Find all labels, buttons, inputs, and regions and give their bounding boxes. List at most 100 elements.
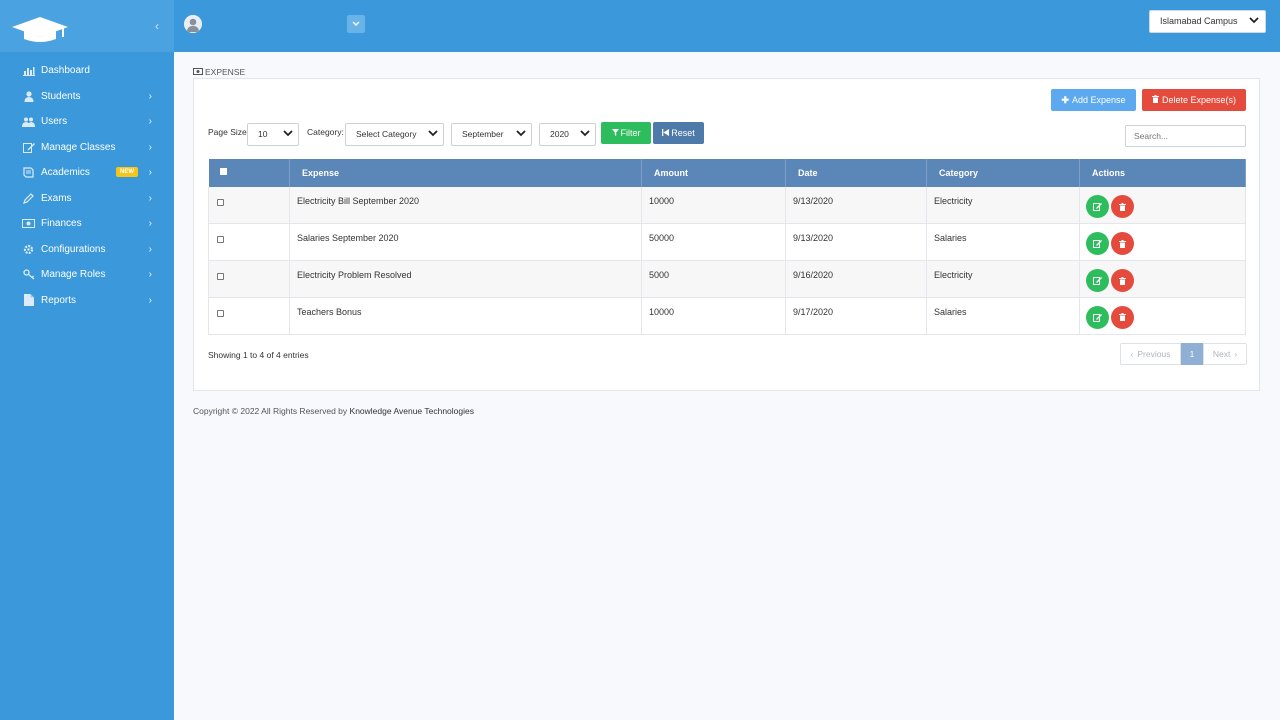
year-select[interactable]: 2020 [539, 123, 596, 146]
amount-cell: 5000 [641, 260, 786, 298]
trash-icon [1119, 202, 1126, 211]
previous-page-button[interactable]: ‹ Previous [1120, 343, 1181, 365]
edit-button[interactable] [1086, 232, 1109, 256]
expense-cell: Teachers Bonus [289, 297, 642, 334]
delete-button[interactable] [1111, 232, 1134, 256]
campus-select-value: Islamabad Campus [1160, 16, 1238, 26]
filter-label: Filter [620, 128, 641, 138]
actions-cell [1079, 297, 1246, 334]
delete-button[interactable] [1111, 195, 1134, 218]
table-row: Salaries September 2020 50000 9/13/2020 … [208, 223, 1246, 261]
delete-expenses-button[interactable]: Delete Expense(s) [1142, 89, 1246, 111]
sidebar-item-label: Students [41, 90, 81, 102]
column-header-category[interactable]: Category [926, 159, 1080, 187]
sidebar: ‹ Dashboard Students › Users › Manage Cl… [0, 0, 174, 720]
chevron-left-icon: ‹ [1130, 349, 1134, 359]
search-input[interactable] [1125, 125, 1246, 147]
chevron-right-icon: › [148, 116, 152, 127]
sidebar-collapse-icon[interactable]: ‹ [155, 19, 159, 33]
sidebar-item-label: Academics [41, 167, 90, 179]
chevron-down-icon [1249, 11, 1259, 32]
sidebar-item-reports[interactable]: Reports › [0, 288, 174, 314]
next-page-button[interactable]: Next › [1203, 343, 1247, 365]
chevron-right-icon: › [1234, 349, 1238, 359]
edit-button[interactable] [1086, 269, 1109, 292]
category-value: Select Category [356, 129, 417, 139]
sidebar-item-users[interactable]: Users › [0, 109, 174, 135]
chevron-right-icon: › [148, 141, 152, 153]
add-expense-button[interactable]: ✚ Add Expense [1051, 89, 1136, 111]
edit-button[interactable] [1086, 195, 1109, 218]
sidebar-item-manage-classes[interactable]: Manage Classes › [0, 135, 174, 161]
campus-select[interactable]: Islamabad Campus [1149, 10, 1266, 33]
sidebar-item-manage-roles[interactable]: Manage Roles › [0, 262, 174, 288]
expense-cell: Salaries September 2020 [289, 223, 642, 261]
category-label: Category: [307, 127, 344, 137]
pagination: ‹ Previous 1 Next › [1120, 343, 1247, 365]
sidebar-item-label: Exams [41, 192, 72, 204]
select-all-checkbox[interactable] [219, 167, 227, 175]
fast-backward-icon [662, 128, 670, 138]
sidebar-item-exams[interactable]: Exams › [0, 186, 174, 212]
sidebar-item-dashboard[interactable]: Dashboard [0, 58, 174, 84]
pencil-icon [22, 192, 35, 204]
row-select-cell [208, 260, 290, 298]
delete-button[interactable] [1111, 269, 1134, 292]
filter-icon [611, 128, 619, 138]
category-select[interactable]: Select Category [345, 123, 444, 146]
category-cell: Salaries [926, 297, 1080, 334]
chevron-right-icon: › [148, 167, 152, 178]
chevron-down-icon [428, 124, 438, 145]
avatar[interactable] [184, 15, 202, 33]
category-cell: Salaries [926, 223, 1080, 261]
trash-icon [1151, 95, 1159, 105]
reset-button[interactable]: Reset [653, 122, 704, 144]
sidebar-item-label: Manage Classes [41, 141, 116, 153]
chevron-down-icon [516, 124, 526, 145]
edit-icon [1093, 240, 1102, 249]
chevron-right-icon: › [148, 243, 152, 255]
column-header-actions: Actions [1079, 159, 1246, 187]
company-link[interactable]: Knowledge Avenue Technologies [350, 406, 474, 416]
month-select[interactable]: September [451, 123, 532, 146]
sidebar-item-academics[interactable]: Academics NEW › [0, 160, 174, 186]
edit-button[interactable] [1086, 305, 1109, 329]
edit-icon [1093, 313, 1102, 322]
chevron-down-icon [352, 21, 360, 27]
page-button-current[interactable]: 1 [1181, 343, 1203, 365]
column-header-amount[interactable]: Amount [641, 159, 786, 187]
row-checkbox[interactable] [217, 273, 224, 280]
sidebar-item-finances[interactable]: Finances › [0, 211, 174, 237]
trash-icon [1119, 239, 1126, 248]
book-icon [22, 167, 35, 179]
table-row: Electricity Bill September 2020 10000 9/… [208, 187, 1246, 224]
filter-button[interactable]: Filter [601, 122, 651, 144]
edit-icon [22, 141, 35, 153]
row-select-cell [208, 187, 290, 224]
column-header-expense[interactable]: Expense [289, 159, 642, 187]
reset-label: Reset [671, 128, 695, 138]
chevron-right-icon: › [148, 90, 152, 102]
graduation-cap-icon[interactable] [10, 14, 70, 47]
row-checkbox[interactable] [217, 199, 224, 206]
row-checkbox[interactable] [217, 309, 224, 317]
sidebar-item-configurations[interactable]: Configurations › [0, 237, 174, 263]
sidebar-item-label: Finances [41, 218, 82, 230]
row-checkbox[interactable] [217, 236, 224, 244]
entries-info: Showing 1 to 4 of 4 entries [208, 350, 309, 360]
table-header-row: Expense Amount Date Category Actions [208, 159, 1246, 187]
file-icon [22, 294, 35, 307]
user-dropdown-button[interactable] [347, 15, 365, 33]
delete-button[interactable] [1111, 305, 1134, 329]
sidebar-item-students[interactable]: Students › [0, 84, 174, 110]
row-select-cell [208, 297, 290, 334]
column-header-date[interactable]: Date [785, 159, 927, 187]
money-icon [193, 67, 203, 77]
chevron-down-icon [283, 124, 293, 145]
sidebar-item-label: Manage Roles [41, 269, 106, 281]
select-all-header [208, 159, 290, 187]
page-title-text: EXPENSE [205, 67, 246, 77]
next-label: Next [1212, 349, 1231, 359]
date-cell: 9/17/2020 [785, 297, 927, 334]
page-size-select[interactable]: 10 [247, 123, 299, 146]
